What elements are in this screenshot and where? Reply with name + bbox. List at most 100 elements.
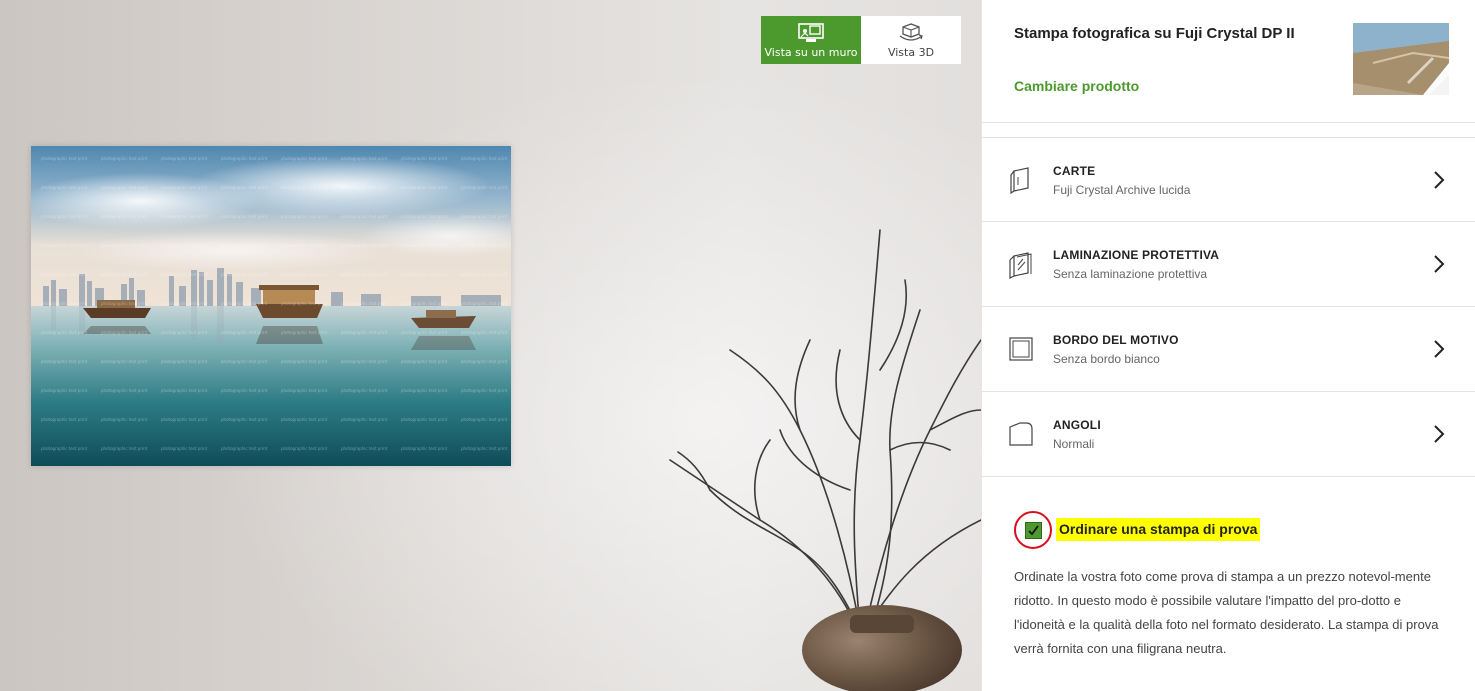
watermark-text: photographic test print — [221, 301, 268, 306]
wall-view-button[interactable]: Vista su un muro — [761, 16, 861, 64]
option-value: Senza bordo bianco — [1053, 352, 1160, 366]
watermark-text: photographic test print — [341, 185, 388, 190]
watermark-text: photographic test print — [281, 243, 328, 248]
option-title: LAMINAZIONE PROTETTIVA — [1053, 248, 1220, 262]
option-lamination[interactable]: LAMINAZIONE PROTETTIVA Senza laminazione… — [982, 222, 1475, 307]
option-corners[interactable]: ANGOLI Normali — [982, 392, 1475, 477]
watermark-text: photographic test print — [41, 243, 88, 248]
option-value: Senza laminazione protettiva — [1053, 267, 1208, 281]
watermark-text: photographic test print — [41, 359, 88, 364]
watermark-text: photographic test print — [101, 156, 148, 161]
watermark-text: photographic test print — [461, 185, 508, 190]
watermark-text: photographic test print — [281, 446, 328, 451]
checkbox-box — [1025, 522, 1042, 539]
watermark-text: photographic test print — [341, 301, 388, 306]
option-value: Normali — [1053, 437, 1095, 451]
watermark-text: photographic test print — [401, 388, 448, 393]
configuration-panel: Stampa fotografica su Fuji Crystal DP II… — [981, 0, 1475, 691]
watermark-text: photographic test print — [461, 388, 508, 393]
proof-print-description: Ordinate la vostra foto come prova di st… — [1014, 569, 1439, 656]
watermark-text: photographic test print — [41, 272, 88, 277]
watermark-text: photographic test print — [161, 185, 208, 190]
watermark-text: photographic test print — [401, 330, 448, 335]
watermark-text: photographic test print — [221, 243, 268, 248]
watermark-text: photographic test print — [401, 359, 448, 364]
watermark-text: photographic test print — [221, 446, 268, 451]
watermark-text: photographic test print — [161, 243, 208, 248]
change-product-link[interactable]: Cambiare prodotto — [1014, 78, 1139, 94]
watermark-text: photographic test print — [221, 156, 268, 161]
border-icon — [1009, 337, 1033, 361]
chevron-right-icon — [1434, 171, 1445, 189]
watermark-text: photographic test print — [101, 446, 148, 451]
watermark-text: photographic test print — [41, 185, 88, 190]
watermark-text: photographic test print — [101, 301, 148, 306]
watermark-text: photographic test print — [221, 417, 268, 422]
watermark-text: photographic test print — [341, 388, 388, 393]
watermark-text: photographic test print — [101, 388, 148, 393]
proof-print-section: Ordinare una stampa di prova Ordinate la… — [982, 477, 1475, 691]
photo-print-preview: photographic test print photographic test… — [31, 146, 511, 466]
watermark-text: photographic test print — [401, 272, 448, 277]
view-3d-label: Vista 3D — [887, 45, 935, 59]
wall-view-icon — [798, 22, 824, 42]
watermark-text: photographic test print — [41, 301, 88, 306]
watermark-text: photographic test print — [41, 156, 88, 161]
view-mode-toggle: Vista su un muro Vista 3D — [761, 16, 961, 64]
wall-view-label: Vista su un muro — [764, 45, 858, 59]
watermark-text: photographic test print — [461, 301, 508, 306]
watermark-text: photographic test print — [401, 301, 448, 306]
watermark-text: photographic test print — [161, 330, 208, 335]
watermark-text: photographic test print — [161, 214, 208, 219]
watermark-text: photographic test print — [461, 272, 508, 277]
decorative-plant — [669, 229, 981, 691]
watermark-text: photographic test print — [41, 214, 88, 219]
watermark-text: photographic test print — [101, 243, 148, 248]
watermark-text: photographic test print — [281, 185, 328, 190]
proof-print-checkbox[interactable] — [1014, 511, 1052, 549]
watermark-text: photographic test print — [161, 156, 208, 161]
watermark-text: photographic test print — [161, 446, 208, 451]
watermark-text: photographic test print — [341, 272, 388, 277]
watermark-text: photographic test print — [221, 272, 268, 277]
watermark-text: photographic test print — [161, 417, 208, 422]
watermark-text: photographic test print — [221, 330, 268, 335]
watermark-text: photographic test print — [101, 185, 148, 190]
option-border[interactable]: BORDO DEL MOTIVO Senza bordo bianco — [982, 307, 1475, 392]
view-3d-button[interactable]: Vista 3D — [861, 16, 961, 64]
option-value: Fuji Crystal Archive lucida — [1053, 183, 1191, 197]
watermark-text: photographic test print — [401, 214, 448, 219]
watermark-text: photographic test print — [341, 214, 388, 219]
watermark-text: photographic test print — [221, 359, 268, 364]
watermark-text: photographic test print — [461, 417, 508, 422]
watermark-text: photographic test print — [341, 330, 388, 335]
watermark-text: photographic test print — [161, 301, 208, 306]
checkmark-icon — [1028, 525, 1039, 536]
boat-middle — [256, 285, 323, 344]
view-3d-icon — [899, 22, 923, 41]
watermark-text: photographic test print — [401, 156, 448, 161]
option-paper[interactable]: CARTE Fuji Crystal Archive lucida — [982, 137, 1475, 222]
watermark-text: photographic test print — [221, 214, 268, 219]
watermark-text: photographic test print — [161, 388, 208, 393]
watermark-text: photographic test print — [461, 243, 508, 248]
watermark-text: photographic test print — [461, 446, 508, 451]
chevron-right-icon — [1434, 425, 1445, 443]
watermark-text: photographic test print — [101, 359, 148, 364]
watermark-text: photographic test print — [401, 417, 448, 422]
watermark-text: photographic test print — [41, 388, 88, 393]
watermark-text: photographic test print — [41, 417, 88, 422]
watermark-text: photographic test print — [281, 301, 328, 306]
watermark-text: photographic test print — [461, 359, 508, 364]
proof-print-label[interactable]: Ordinare una stampa di prova — [1056, 518, 1261, 541]
watermark-text: photographic test print — [101, 330, 148, 335]
corners-icon — [1009, 422, 1033, 446]
watermark-text: photographic test print — [341, 243, 388, 248]
watermark-text: photographic test print — [341, 156, 388, 161]
watermark-text: photographic test print — [221, 185, 268, 190]
watermark-text: photographic test print — [401, 243, 448, 248]
option-title: CARTE — [1053, 164, 1096, 178]
option-title: ANGOLI — [1053, 418, 1101, 432]
product-thumbnail[interactable] — [1353, 23, 1450, 95]
option-title: BORDO DEL MOTIVO — [1053, 333, 1179, 347]
